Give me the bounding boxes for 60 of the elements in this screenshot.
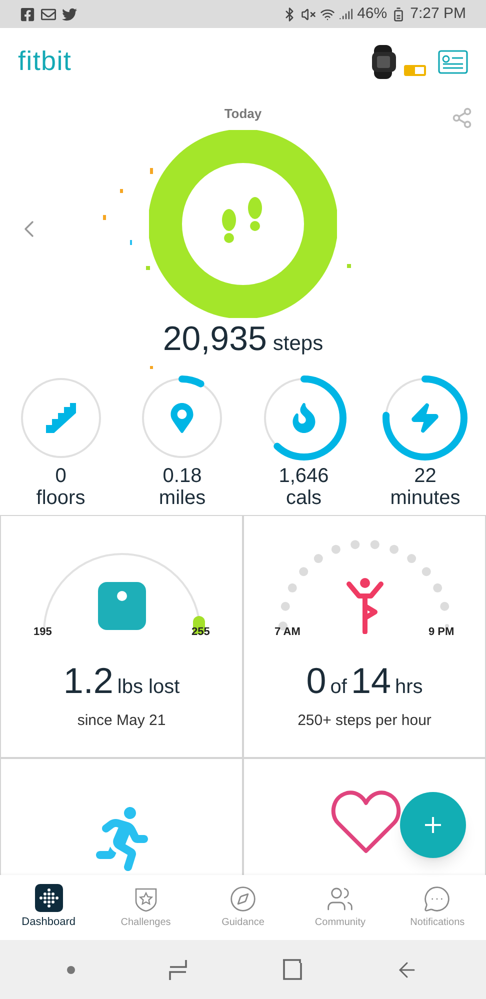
people-icon [326, 885, 354, 913]
weight-caption: since May 21 [77, 711, 166, 731]
mute-icon [301, 6, 316, 22]
confetti-icon [150, 168, 153, 174]
stat-unit: floors [36, 487, 86, 509]
stat-value: 22 [414, 465, 436, 487]
nav-tab[interactable]: Dashboard [0, 875, 98, 940]
steps-value: 20,935 [162, 319, 267, 360]
home-square-icon[interactable] [282, 958, 302, 980]
scale-min-label: 195 [34, 625, 52, 640]
stat-value: 1,646 [278, 465, 329, 487]
stat-value: 0 [55, 465, 66, 487]
scale-icon [98, 582, 146, 630]
weight-value: 1.2 [63, 663, 114, 699]
weight-tile[interactable]: 195 255 1.2 lbs lost since May 21 [0, 515, 243, 758]
confetti-icon [103, 215, 106, 220]
heart-icon [330, 789, 402, 855]
stat-unit: cals [286, 487, 322, 509]
hourly-caption: 250+ steps per hour [298, 711, 432, 731]
chat-bubble-icon [423, 885, 452, 913]
mail-icon [41, 6, 56, 22]
recent-apps-icon[interactable] [168, 958, 188, 980]
stat-unit: minutes [390, 487, 460, 509]
battery-percent: 46% [357, 4, 388, 24]
nav-tab[interactable]: Notifications [388, 875, 486, 940]
compass-icon [228, 885, 257, 913]
plus-icon [424, 816, 442, 834]
nav-tab[interactable]: Challenges [97, 875, 194, 940]
steps-unit: steps [272, 331, 324, 357]
stat-value: 0.18 [162, 465, 202, 487]
stat-unit: miles [158, 487, 206, 509]
exercise-tile[interactable] [0, 758, 243, 875]
twitter-icon [62, 6, 77, 22]
wifi-icon [320, 6, 336, 22]
signal-icon [339, 7, 354, 21]
profile-card-icon[interactable] [438, 50, 468, 74]
start-time-label: 7 AM [274, 625, 300, 640]
date-label: Today [224, 105, 262, 123]
smartwatch-icon [370, 44, 398, 78]
tracker-battery-icon [404, 65, 426, 76]
dashboard-icon [34, 884, 63, 912]
hours-goal: 14 [350, 663, 391, 699]
confetti-icon [146, 266, 150, 270]
end-time-label: 9 PM [428, 625, 454, 640]
confetti-icon [347, 264, 351, 268]
facebook-icon [20, 6, 35, 22]
hours-connector: of [330, 675, 347, 700]
hours-value: 0 [306, 663, 326, 699]
fitbit-logo: fitbit [18, 45, 72, 78]
nav-tab[interactable]: Guidance [194, 875, 292, 940]
confetti-icon [120, 189, 123, 193]
confetti-icon [150, 366, 153, 369]
scale-max-label: 255 [192, 625, 210, 640]
hours-unit: hrs [394, 675, 423, 700]
hourly-activity-tile[interactable]: 7 AM 9 PM 0 of 14 hrs 250+ steps per hour [243, 515, 486, 758]
stairs-icon [44, 401, 78, 435]
nav-tab[interactable]: Community [292, 875, 389, 940]
lightning-icon [409, 402, 442, 434]
weight-unit: lbs lost [117, 675, 180, 700]
clock-time: 7:27 PM [410, 4, 466, 24]
